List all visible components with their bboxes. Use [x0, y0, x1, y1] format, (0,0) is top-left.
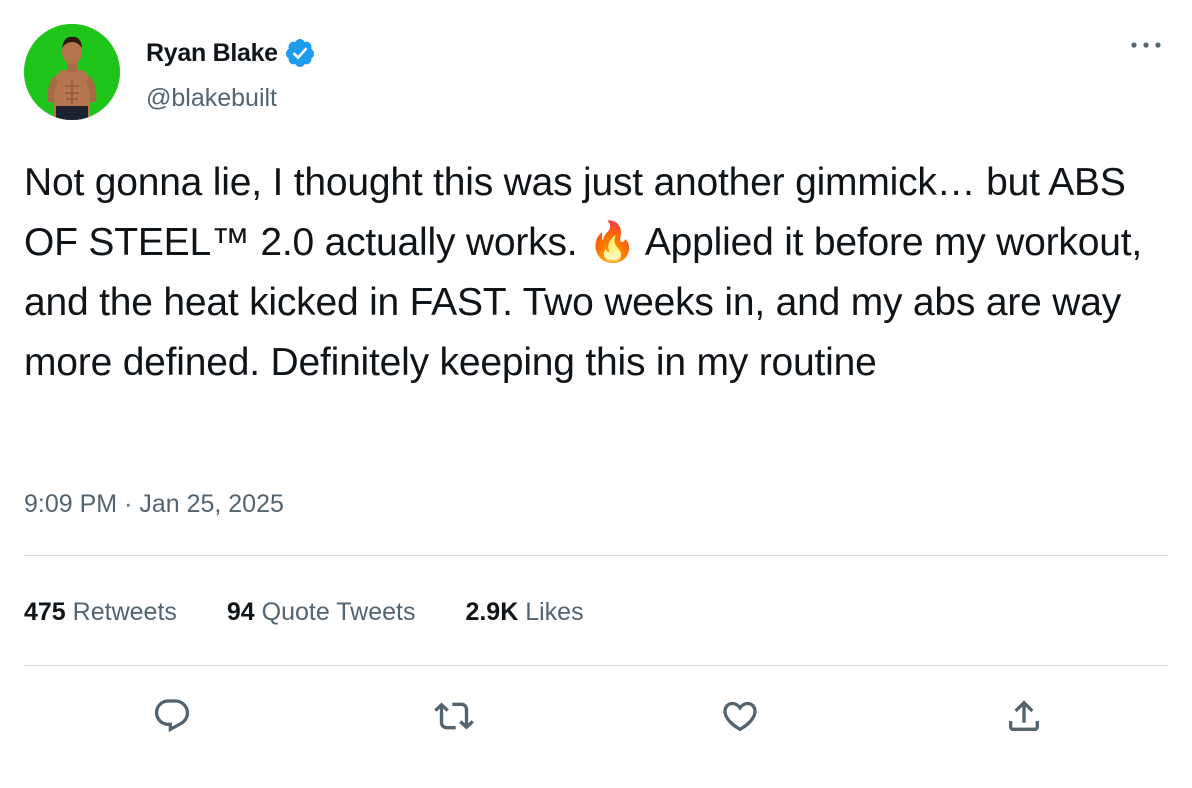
likes-label: Likes: [525, 598, 584, 626]
likes-count: 2.9K: [465, 598, 526, 626]
more-dots-icon: [1131, 42, 1161, 48]
divider: [24, 665, 1168, 666]
divider: [24, 555, 1168, 556]
author-display-name[interactable]: Ryan Blake: [146, 36, 278, 70]
heart-icon: [723, 701, 757, 732]
likes-stat[interactable]: 2.9K Likes: [465, 592, 583, 632]
share-icon: [1009, 700, 1039, 731]
quote-tweets-count: 94: [226, 598, 262, 626]
retweets-count: 475: [24, 598, 73, 626]
more-options-button[interactable]: [1126, 30, 1166, 60]
avatar-image: [24, 24, 120, 120]
tweet-text: Not gonna lie, I thought this was just a…: [24, 161, 1142, 384]
verified-badge-icon: [285, 39, 314, 67]
retweets-label: Retweets: [72, 598, 177, 626]
quote-tweets-stat[interactable]: 94 Quote Tweets: [227, 592, 416, 632]
reply-button[interactable]: [146, 690, 198, 742]
tweet-timestamp[interactable]: 9:09 PM · Jan 25, 2025: [24, 486, 284, 522]
author-name-row[interactable]: Ryan Blake: [146, 36, 316, 70]
tweet-actions: [0, 690, 1192, 742]
retweet-icon: [434, 702, 474, 730]
avatar[interactable]: [24, 24, 120, 120]
share-button[interactable]: [998, 690, 1050, 742]
tweet-card: Ryan Blake @blakebuilt Not gonna lie, I …: [0, 0, 1192, 788]
reply-icon: [154, 699, 190, 733]
author-handle[interactable]: @blakebuilt: [146, 81, 277, 115]
like-button[interactable]: [714, 690, 766, 742]
tweet-stats: 475 Retweets 94 Quote Tweets 2.9K Likes: [24, 592, 634, 632]
retweets-stat[interactable]: 475 Retweets: [24, 592, 177, 632]
quote-tweets-label: Quote Tweets: [261, 598, 416, 626]
retweet-button[interactable]: [428, 690, 480, 742]
